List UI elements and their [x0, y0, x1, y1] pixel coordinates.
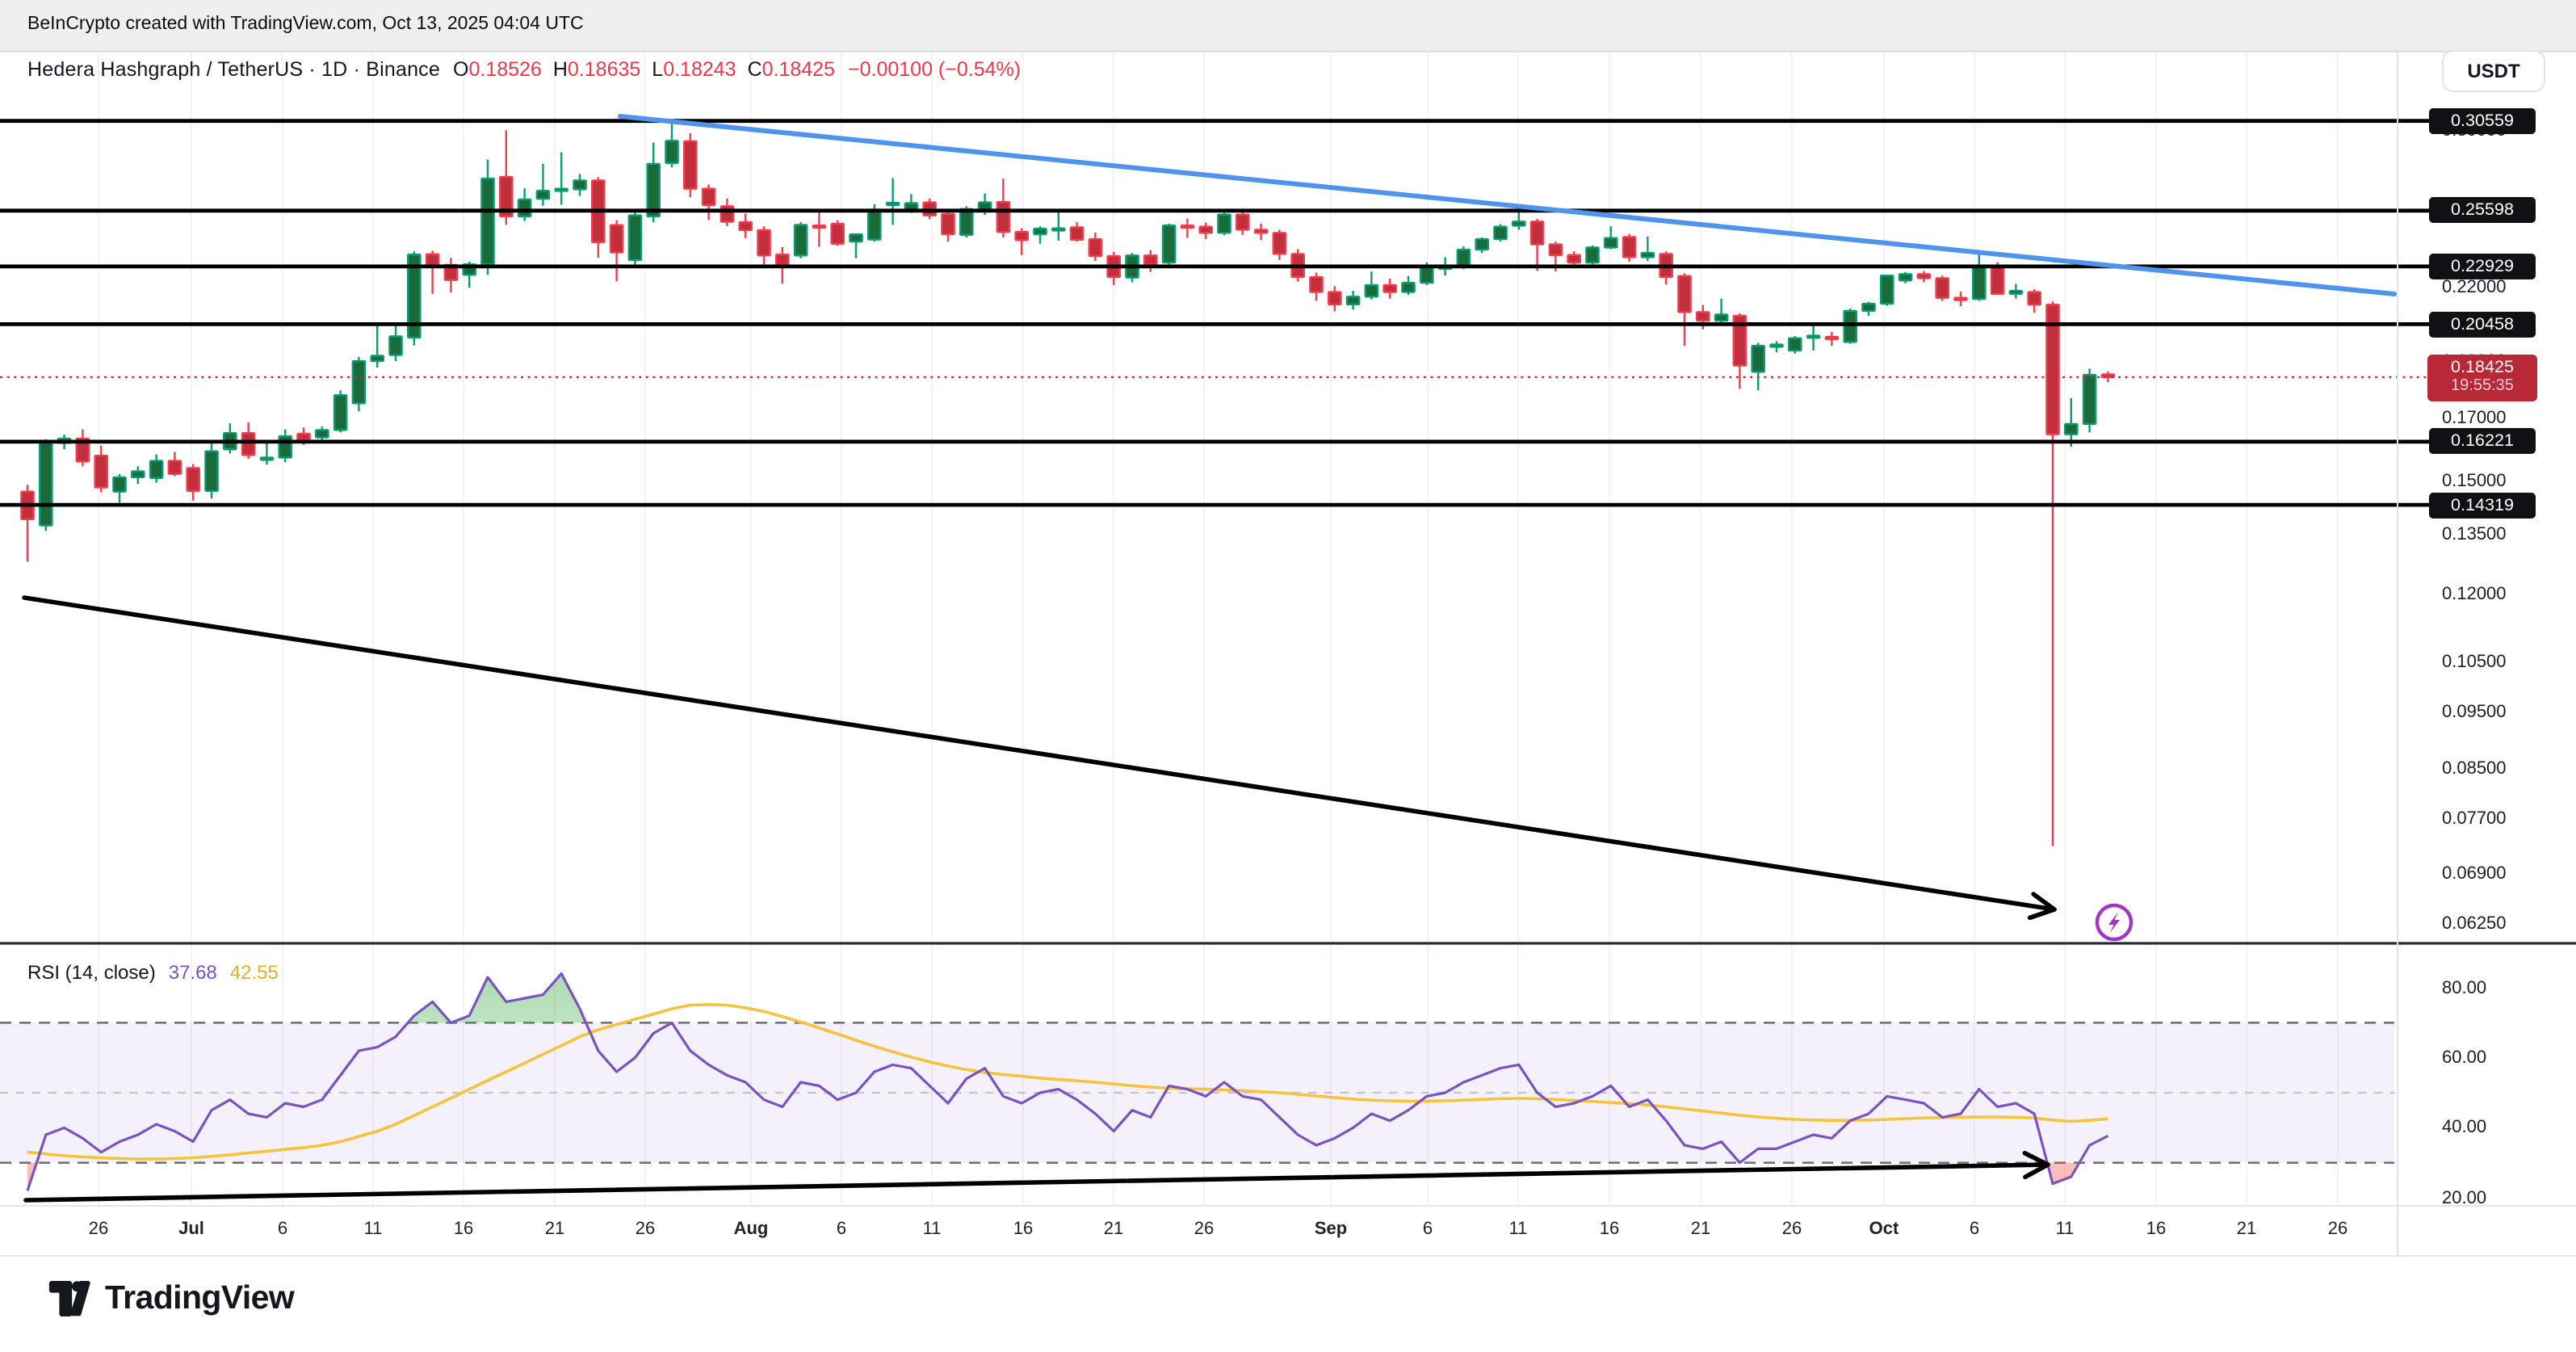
- last-price-badge: 0.18425 19:55:35: [2427, 354, 2537, 401]
- time-tick: 26: [636, 1220, 656, 1239]
- time-tick-month: Jul: [178, 1220, 204, 1239]
- ohlc-H: H0.18635: [553, 58, 640, 81]
- time-tick: 11: [2056, 1220, 2075, 1239]
- tradingview-chart: BeInCrypto created with TradingView.com,…: [0, 0, 2576, 1352]
- time-tick-month: Sep: [1315, 1220, 1347, 1239]
- time-tick: 16: [1600, 1220, 1620, 1239]
- bar-countdown: 19:55:35: [2451, 378, 2514, 397]
- price-line-badge: 0.25598: [2429, 198, 2536, 224]
- price-grid-label: 0.17000: [2442, 408, 2507, 427]
- ohlc-O: O0.18526: [453, 58, 542, 81]
- price-line-badge: 0.30559: [2429, 108, 2536, 134]
- rsi-label[interactable]: RSI (14, close): [27, 961, 156, 984]
- time-tick: 21: [2237, 1220, 2257, 1239]
- time-tick: 26: [1782, 1220, 1802, 1239]
- price-line-badge: 0.20458: [2429, 311, 2536, 337]
- rsi-ma-value: 42.55: [230, 961, 279, 984]
- time-tick: 26: [1194, 1220, 1215, 1239]
- symbol-legend[interactable]: Hedera Hashgraph / TetherUS · 1D · Binan…: [27, 58, 1021, 81]
- rsi-level-label: 40.00: [2442, 1118, 2486, 1137]
- time-axis[interactable]: 26 Jul 6 11 16 21 26 Aug 6 11 16 21 26 Sep 6 11 16 21 26 Oc…: [0, 1207, 2397, 1255]
- horizontal-price-lines[interactable]: [0, 121, 2432, 505]
- price-grid-label: 0.08500: [2442, 759, 2507, 779]
- time-tick: 16: [2146, 1220, 2167, 1239]
- ohlc-values: O0.18526 H0.18635 L0.18243 C0.18425: [453, 58, 835, 81]
- time-tick: 6: [278, 1220, 287, 1239]
- axis-divider: [2397, 52, 2398, 1255]
- price-grid-label: 0.09500: [2442, 703, 2507, 722]
- time-tick: 21: [1691, 1220, 1711, 1239]
- price-grid-label: 0.15000: [2442, 472, 2507, 491]
- price-grid-label: 0.07700: [2442, 809, 2507, 829]
- time-tick: 6: [1970, 1220, 1979, 1239]
- price-grid-label: 0.06900: [2442, 865, 2507, 884]
- price-grid-label: 0.10500: [2442, 653, 2507, 672]
- ohlc-C: C0.18425: [748, 58, 835, 81]
- rsi-level-label: 20.00: [2442, 1188, 2486, 1207]
- ohlc-L: L0.18243: [652, 58, 736, 81]
- price-grid-label: 0.13500: [2442, 525, 2507, 544]
- price-line-badge: 0.14319: [2429, 492, 2536, 518]
- price-grid-label: 0.12000: [2442, 585, 2507, 604]
- time-tick-month: Oct: [1869, 1220, 1899, 1239]
- price-line-badge: 0.22929: [2429, 254, 2536, 279]
- symbol-title[interactable]: Hedera Hashgraph / TetherUS · 1D · Binan…: [27, 58, 440, 81]
- price-line-badge: 0.16221: [2429, 429, 2536, 455]
- time-tick: 11: [364, 1220, 383, 1239]
- black-descending-arrow-trendline[interactable]: [24, 598, 2054, 917]
- time-tick: 26: [2328, 1220, 2348, 1239]
- currency-button[interactable]: USDT: [2442, 50, 2545, 92]
- time-tick: 16: [454, 1220, 474, 1239]
- rsi-level-label: 60.00: [2442, 1048, 2486, 1068]
- change-value: −0.00100 (−0.54%): [848, 58, 1021, 81]
- time-tick: 11: [1509, 1220, 1528, 1239]
- rsi-level-label: 80.00: [2442, 978, 2486, 997]
- time-tick: 21: [1104, 1220, 1124, 1239]
- last-price-value: 0.18425: [2451, 358, 2514, 378]
- time-tick: 6: [837, 1220, 846, 1239]
- time-tick: 26: [89, 1220, 109, 1239]
- price-grid-label: 0.22000: [2442, 278, 2507, 297]
- rsi-current-value: 37.68: [169, 961, 217, 984]
- time-tick: 11: [923, 1220, 942, 1239]
- lightning-icon[interactable]: [2097, 905, 2131, 939]
- price-grid-label: 0.06250: [2442, 915, 2507, 934]
- time-tick: 21: [545, 1220, 565, 1239]
- time-tick: 16: [1013, 1220, 1034, 1239]
- chart-canvas[interactable]: [0, 0, 2576, 1352]
- time-tick-month: Aug: [734, 1220, 769, 1239]
- rsi-indicator-legend[interactable]: RSI (14, close) 37.68 42.55: [27, 961, 279, 984]
- candlestick-series: [21, 122, 2114, 846]
- time-tick: 6: [1423, 1220, 1433, 1239]
